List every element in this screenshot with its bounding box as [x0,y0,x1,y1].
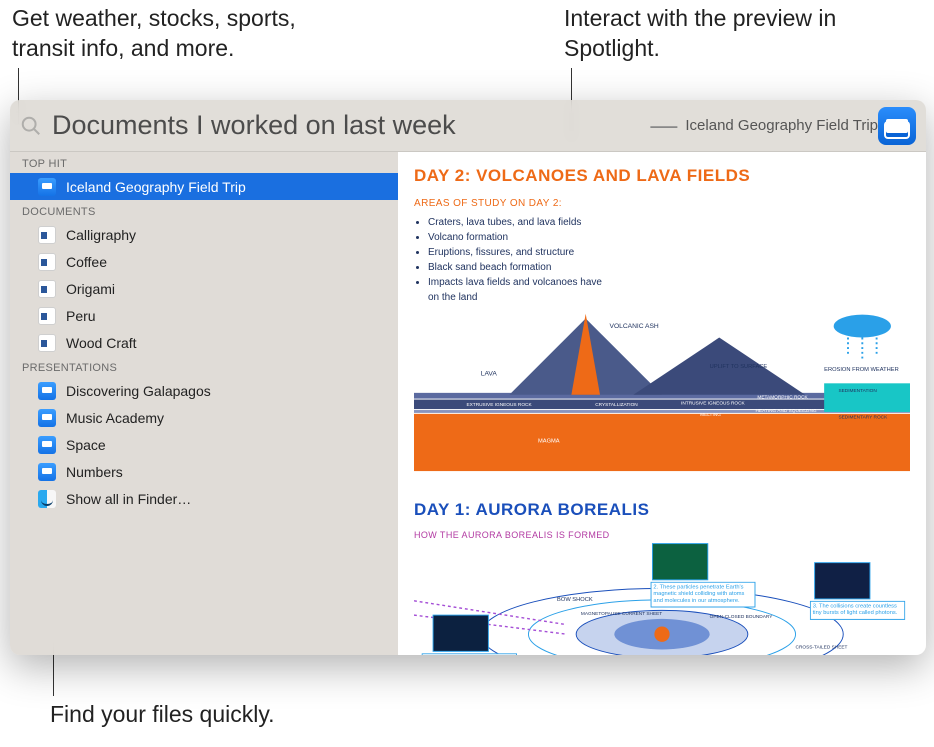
svg-text:LAVA: LAVA [481,371,498,378]
word-doc-icon [38,253,56,271]
result-label: Discovering Galapagos [66,383,211,399]
keynote-icon [38,178,56,196]
callout-find-files: Find your files quickly. [50,700,275,730]
svg-text:EROSION FROM WEATHER: EROSION FROM WEATHER [824,367,899,373]
result-label: Iceland Geography Field Trip [66,179,246,195]
result-row[interactable]: Numbers [10,458,398,485]
svg-text:BOW SHOCK: BOW SHOCK [557,597,593,603]
result-label: Coffee [66,254,107,270]
word-doc-icon [38,280,56,298]
result-row[interactable]: Coffee [10,248,398,275]
callout-weather: Get weather, stocks, sports, transit inf… [12,4,352,64]
slide-title: DAY 1: AURORA BOREALIS [414,500,910,520]
result-row-top-hit[interactable]: Iceland Geography Field Trip [10,173,398,200]
results-list[interactable]: TOP HIT Iceland Geography Field Trip DOC… [10,152,398,655]
result-row-show-all[interactable]: Show all in Finder… [10,485,398,512]
svg-text:METAMORPHIC ROCK: METAMORPHIC ROCK [757,395,808,401]
spotlight-search-bar[interactable]: Documents I worked on last week — Icelan… [10,100,926,152]
slide-subtitle: AREAS OF STUDY ON DAY 2: [414,198,614,209]
svg-text:CRYSTALLIZATION: CRYSTALLIZATION [595,402,638,408]
svg-text:INTRUSIVE IGNEOUS ROCK: INTRUSIVE IGNEOUS ROCK [681,400,745,406]
svg-text:MAGMA: MAGMA [538,438,560,444]
result-label: Origami [66,281,115,297]
keynote-icon [38,463,56,481]
result-row[interactable]: Discovering Galapagos [10,377,398,404]
svg-text:CROSS-TAILED SHEET: CROSS-TAILED SHEET [796,645,848,651]
svg-text:SEDIMENTARY ROCK: SEDIMENTARY ROCK [838,415,888,421]
keynote-icon [38,436,56,454]
svg-text:MAGNETOPAUSE CURRENT SHEET: MAGNETOPAUSE CURRENT SHEET [581,611,662,617]
result-label: Peru [66,308,96,324]
result-row[interactable]: Origami [10,275,398,302]
preview-slide-1[interactable]: DAY 2: VOLCANOES AND LAVA FIELDS AREAS O… [398,152,926,490]
result-row[interactable]: Peru [10,302,398,329]
slide-subtitle: HOW THE AURORA BOREALIS IS FORMED [414,530,910,540]
search-query[interactable]: Documents I worked on last week [52,110,644,141]
result-label: Calligraphy [66,227,136,243]
aurora-diagram: 1. Charged particles are emitted from th… [414,540,910,655]
keynote-icon [38,409,56,427]
result-row[interactable]: Space [10,431,398,458]
preview-slide-2[interactable]: DAY 1: AURORA BOREALIS HOW THE AURORA BO… [398,490,926,655]
spotlight-preview[interactable]: DAY 2: VOLCANOES AND LAVA FIELDS AREAS O… [398,152,926,655]
word-doc-icon [38,226,56,244]
search-icon [20,115,42,137]
section-header: TOP HIT [10,152,398,173]
result-label: Numbers [66,464,123,480]
result-label: Show all in Finder… [66,491,191,507]
result-row[interactable]: Music Academy [10,404,398,431]
result-label: Music Academy [66,410,164,426]
keynote-icon [38,382,56,400]
svg-text:SEDIMENTATION: SEDIMENTATION [838,388,877,394]
result-label: Space [66,437,106,453]
section-header: PRESENTATIONS [10,356,398,377]
finder-icon [38,490,56,508]
svg-text:HEATING AND SQUEEZING: HEATING AND SQUEEZING [755,408,816,414]
svg-text:VOLCANIC ASH: VOLCANIC ASH [610,323,659,330]
word-doc-icon [38,334,56,352]
svg-text:MELTING: MELTING [700,412,721,418]
search-dash: — [650,110,677,141]
result-row[interactable]: Calligraphy [10,221,398,248]
search-continuation: Iceland Geography Field Trip [685,117,878,134]
svg-text:EXTRUSIVE IGNEOUS ROCK: EXTRUSIVE IGNEOUS ROCK [466,402,532,408]
svg-text:OPEN-CLOSED BOUNDARY: OPEN-CLOSED BOUNDARY [710,614,774,620]
result-label: Wood Craft [66,335,137,351]
svg-text:UPLIFT TO SURFACE: UPLIFT TO SURFACE [710,364,768,370]
callout-preview: Interact with the preview in Spotlight. [564,4,884,64]
spotlight-window: Documents I worked on last week — Icelan… [10,100,926,655]
keynote-app-icon [878,107,916,145]
slide-title: DAY 2: VOLCANOES AND LAVA FIELDS [414,166,910,186]
slide-bullets: Craters, lava tubes, and lava fields Vol… [414,215,614,305]
result-row[interactable]: Wood Craft [10,329,398,356]
volcano-diagram: VOLCANIC ASH LAVA UPLIFT TO SURFACE EROS… [414,305,910,475]
section-header: DOCUMENTS [10,200,398,221]
word-doc-icon [38,307,56,325]
